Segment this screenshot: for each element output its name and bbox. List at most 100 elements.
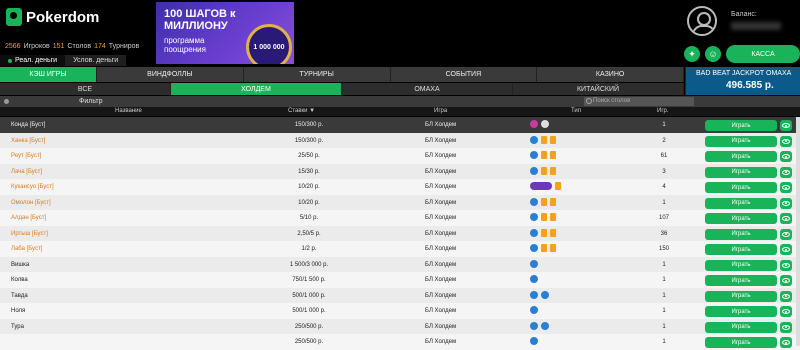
tab-omaha[interactable]: ОМАХА bbox=[342, 83, 513, 95]
type-badge-icon bbox=[530, 120, 538, 128]
promo-banner[interactable]: 100 ШАГОВ к МИЛЛИОНУ программа поощрения… bbox=[156, 2, 294, 64]
play-button[interactable]: Играть bbox=[705, 321, 777, 333]
tab-chinese[interactable]: КИТАЙСКИЙ bbox=[513, 83, 684, 95]
tab-tournaments[interactable]: ТУРНИРЫ bbox=[244, 67, 391, 82]
table-name: Колва bbox=[11, 277, 28, 283]
type-badge-icon bbox=[550, 213, 556, 221]
table-game: БЛ Холдем bbox=[425, 339, 457, 345]
watch-table-button[interactable] bbox=[780, 306, 792, 317]
support-icon[interactable]: ☺ bbox=[705, 46, 721, 62]
table-row[interactable]: Иртыш [Буст] 2,50/5 р. БЛ Холдем 36 Играть bbox=[0, 225, 800, 241]
play-button[interactable]: Играть bbox=[705, 213, 777, 224]
table-name: Алдан [Буст] bbox=[11, 215, 47, 221]
table-row[interactable]: Тура 250/500 р. БЛ Холдем 1 Играть bbox=[0, 318, 800, 334]
main-tabs: КЭШ ИГРЫ ВИНДФОЛЛЫ ТУРНИРЫ СОБЫТИЯ КАЗИН… bbox=[0, 67, 684, 82]
watch-table-button[interactable] bbox=[780, 197, 792, 209]
table-row[interactable]: Тавда 500/1 000 р. БЛ Холдем 1 Играть bbox=[0, 287, 800, 303]
table-row[interactable]: 250/500 р. БЛ Холдем 1 Играть bbox=[0, 334, 800, 350]
watch-table-button[interactable] bbox=[780, 244, 792, 255]
filter-toggle-icon[interactable] bbox=[4, 99, 9, 104]
table-row[interactable]: Лача [Буст] 15/30 р. БЛ Холдем 3 Играть bbox=[0, 163, 800, 179]
column-stakes[interactable]: Ставки ▼ bbox=[288, 108, 315, 114]
mode-real-money[interactable]: Реал. деньги bbox=[0, 55, 66, 66]
watch-table-button[interactable] bbox=[780, 120, 792, 131]
tab-holdem[interactable]: ХОЛДЕМ bbox=[171, 83, 342, 95]
watch-table-button[interactable] bbox=[780, 321, 792, 333]
table-header: Название Ставки ▼ Игра Тип Игр. bbox=[0, 107, 800, 116]
watch-table-button[interactable] bbox=[780, 213, 792, 224]
tab-casino[interactable]: КАЗИНО bbox=[537, 67, 684, 82]
column-type[interactable]: Тип bbox=[571, 108, 581, 114]
watch-table-button[interactable] bbox=[780, 337, 792, 348]
tab-windfalls[interactable]: ВИНДФОЛЛЫ bbox=[97, 67, 244, 82]
watch-table-button[interactable] bbox=[780, 135, 792, 147]
type-badge-icon bbox=[541, 166, 547, 175]
play-button[interactable]: Играть bbox=[705, 151, 777, 162]
tab-all[interactable]: ВСЕ bbox=[0, 83, 171, 95]
table-game: БЛ Холдем bbox=[425, 292, 457, 299]
watch-table-button[interactable] bbox=[780, 228, 792, 240]
type-badge-icon bbox=[550, 135, 556, 144]
table-stakes: 1/2 р. bbox=[301, 246, 317, 252]
banner-title: 100 ШАГОВ к МИЛЛИОНУ bbox=[164, 8, 236, 32]
gift-icon[interactable]: ✦ bbox=[684, 46, 700, 62]
play-button[interactable]: Играть bbox=[705, 166, 777, 178]
tab-cash-games[interactable]: КЭШ ИГРЫ bbox=[0, 67, 97, 82]
type-badge-icon bbox=[550, 151, 556, 159]
table-row[interactable]: Лаба [Буст] 1/2 р. БЛ Холдем 150 Играть bbox=[0, 241, 800, 257]
avatar[interactable] bbox=[687, 6, 717, 36]
table-players: 1 bbox=[662, 122, 666, 128]
table-type bbox=[530, 166, 556, 175]
play-button[interactable]: Играть bbox=[705, 182, 777, 193]
watch-table-button[interactable] bbox=[780, 151, 792, 162]
jackpot-title: BAD BEAT JACKPOT ОМАХА bbox=[696, 70, 792, 77]
tables-count: 151 bbox=[52, 43, 65, 50]
mode-play-money[interactable]: Услов. деньги bbox=[65, 55, 127, 66]
play-button[interactable]: Играть bbox=[705, 120, 777, 131]
logo[interactable]: Pokerdom bbox=[6, 8, 99, 26]
table-name: Конда [Буст] bbox=[11, 122, 46, 128]
tournaments-count: 174 bbox=[94, 43, 106, 50]
play-button[interactable]: Играть bbox=[705, 228, 777, 240]
table-row[interactable]: Омолон [Буст] 10/20 р. БЛ Холдем 1 Играть bbox=[0, 194, 800, 210]
watch-table-button[interactable] bbox=[780, 259, 792, 271]
column-name[interactable]: Название bbox=[115, 108, 142, 114]
play-button[interactable]: Играть bbox=[705, 337, 777, 348]
jackpot-panel[interactable]: BAD BEAT JACKPOT ОМАХА 496.585 р. bbox=[685, 67, 800, 95]
play-button[interactable]: Играть bbox=[705, 259, 777, 271]
scrollbar[interactable] bbox=[796, 117, 800, 346]
watch-table-button[interactable] bbox=[780, 166, 792, 178]
watch-table-button[interactable] bbox=[780, 182, 792, 193]
search-input[interactable]: Поиск столов bbox=[584, 97, 694, 106]
table-row[interactable]: Реут [Буст] 25/50 р. БЛ Холдем 61 Играть bbox=[0, 148, 800, 164]
watch-table-button[interactable] bbox=[780, 290, 792, 302]
table-type bbox=[530, 120, 549, 128]
column-players[interactable]: Игр. bbox=[657, 108, 669, 114]
type-badge-icon bbox=[530, 306, 538, 314]
play-button[interactable]: Играть bbox=[705, 306, 777, 317]
play-button[interactable]: Играть bbox=[705, 135, 777, 147]
table-game: БЛ Холдем bbox=[425, 153, 457, 159]
table-game: БЛ Холдем bbox=[425, 199, 457, 206]
play-button[interactable]: Играть bbox=[705, 244, 777, 255]
tab-events[interactable]: СОБЫТИЯ bbox=[391, 67, 538, 82]
watch-table-button[interactable] bbox=[780, 275, 792, 286]
table-row[interactable]: Алдан [Буст] 5/10 р. БЛ Холдем 107 Играть bbox=[0, 210, 800, 226]
table-row[interactable]: Ноля 500/1 000 р. БЛ Холдем 1 Играть bbox=[0, 303, 800, 319]
players-label: Игроков bbox=[23, 43, 50, 50]
table-row[interactable]: Ханка [Буст] 150/300 р. БЛ Холдем 2 Играть bbox=[0, 132, 800, 148]
column-game[interactable]: Игра bbox=[434, 108, 447, 114]
type-badge-icon bbox=[530, 151, 538, 159]
play-button[interactable]: Играть bbox=[705, 275, 777, 286]
cashier-button[interactable]: КАССА bbox=[726, 45, 800, 63]
table-row[interactable]: Вишка 1 500/3 000 р. БЛ Холдем 1 Играть bbox=[0, 256, 800, 272]
table-row[interactable]: Кукансуо [Буст] 10/20 р. БЛ Холдем 4 Играть bbox=[0, 179, 800, 195]
table-type bbox=[530, 275, 538, 283]
table-row[interactable]: Конда [Буст] 150/300 р. БЛ Холдем 1 Играть bbox=[0, 117, 800, 133]
table-row[interactable]: Колва 750/1 500 р. БЛ Холдем 1 Играть bbox=[0, 272, 800, 288]
filter-button[interactable]: Фильтр bbox=[79, 98, 103, 105]
eye-icon bbox=[782, 262, 790, 268]
play-button[interactable]: Играть bbox=[705, 290, 777, 302]
play-button[interactable]: Играть bbox=[705, 197, 777, 209]
table-name: Тура bbox=[11, 323, 24, 330]
